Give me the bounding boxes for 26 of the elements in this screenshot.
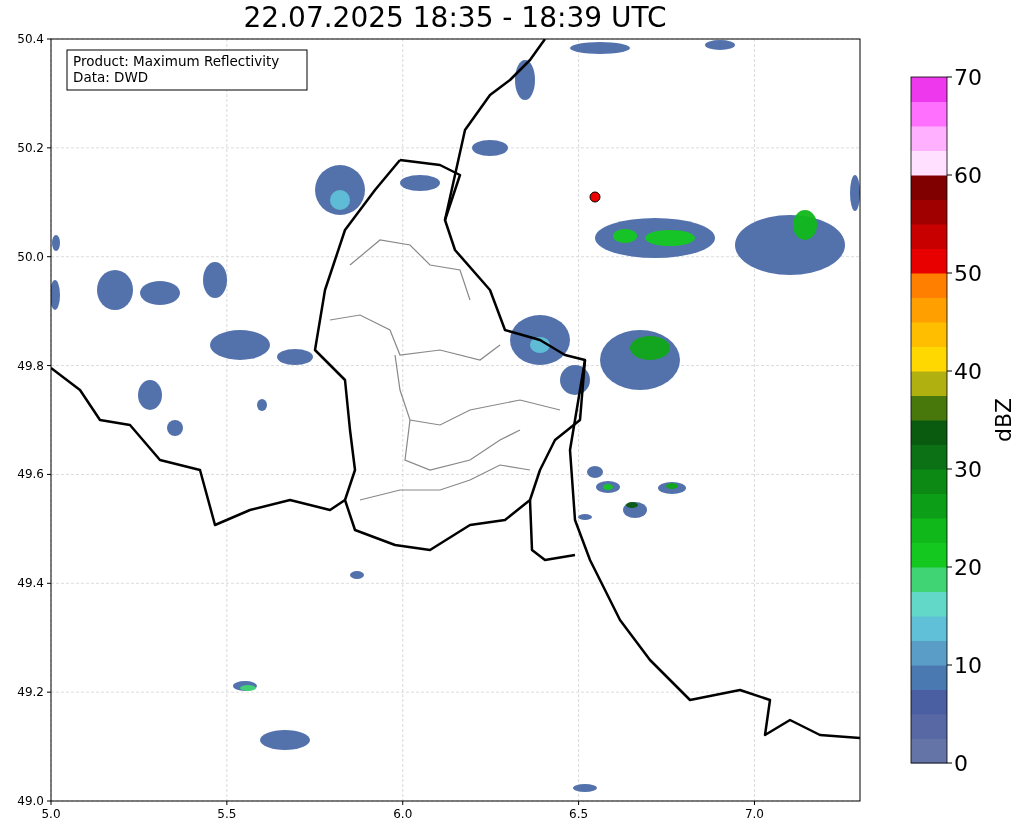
x-tick-label: 7.0 <box>744 807 765 821</box>
y-tick-label: 50.0 <box>17 249 44 264</box>
colorbar-tick-label: 10 <box>954 653 982 678</box>
colorbar-tick-label: 70 <box>954 65 982 90</box>
legend-text: Product: Maximum Reflectivity <box>73 53 280 69</box>
colorbar-tick-label: 60 <box>954 163 982 188</box>
x-tick-label: 6.5 <box>569 807 589 821</box>
y-tick-label: 49.8 <box>17 358 44 373</box>
colorbar-tick-label: 20 <box>954 555 982 580</box>
colorbar-tick-label: 0 <box>954 751 968 776</box>
y-tick-label: 49.4 <box>17 576 44 591</box>
x-tick-label: 5.0 <box>41 807 61 821</box>
y-tick-label: 50.2 <box>17 140 44 155</box>
x-tick-label: 6.0 <box>393 807 413 821</box>
y-tick-label: 49.2 <box>17 685 44 700</box>
colorbar-tick-label: 50 <box>954 261 982 286</box>
legend-text: Data: DWD <box>73 69 149 85</box>
colorbar-label: dBZ <box>991 397 1016 443</box>
x-tick-label: 5.5 <box>217 807 237 821</box>
colorbar-tick-label: 40 <box>954 359 982 384</box>
y-tick-label: 49.6 <box>17 467 44 482</box>
colorbar-tick-label: 30 <box>954 457 982 482</box>
location-marker <box>589 191 601 203</box>
y-tick-label: 50.4 <box>17 33 44 46</box>
y-tick-label: 49.0 <box>17 794 44 808</box>
chart-title: 22.07.2025 18:35 - 18:39 UTC <box>243 1 667 34</box>
